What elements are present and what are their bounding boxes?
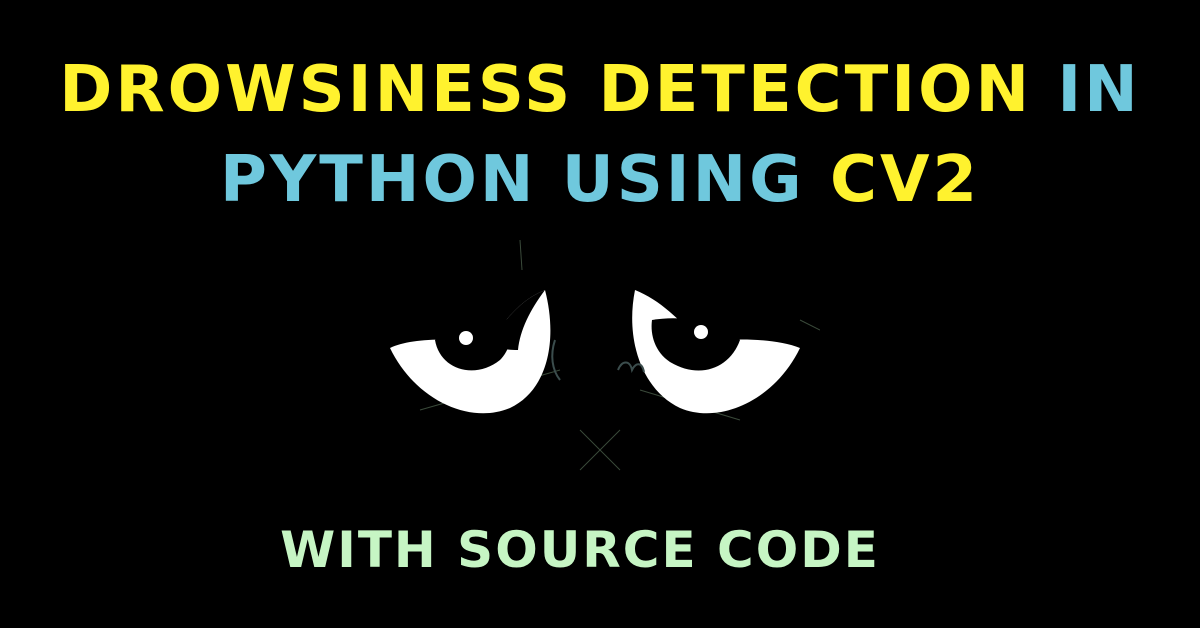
- headline-line-2: PYTHON USING CV2: [0, 148, 1200, 212]
- headline-word-cv2: CV2: [829, 143, 980, 217]
- right-eye-highlight: [694, 325, 708, 339]
- subheadline: WITH SOURCE CODE: [280, 521, 880, 579]
- headline-line-1: DROWSINESS DETECTION IN: [0, 58, 1200, 122]
- headline-word-group-blue: PYTHON USING: [220, 143, 805, 217]
- thumbnail-canvas: DROWSINESS DETECTION IN PYTHON USING CV2: [0, 0, 1200, 628]
- left-eye-highlight: [459, 331, 473, 345]
- headline-word-group-yellow: DROWSINESS DETECTION: [59, 53, 1033, 127]
- headline-word-in: IN: [1057, 53, 1141, 127]
- center-scribbles: [551, 339, 645, 381]
- left-eye: [390, 290, 551, 414]
- sleepy-eyes-icon: [390, 239, 820, 471]
